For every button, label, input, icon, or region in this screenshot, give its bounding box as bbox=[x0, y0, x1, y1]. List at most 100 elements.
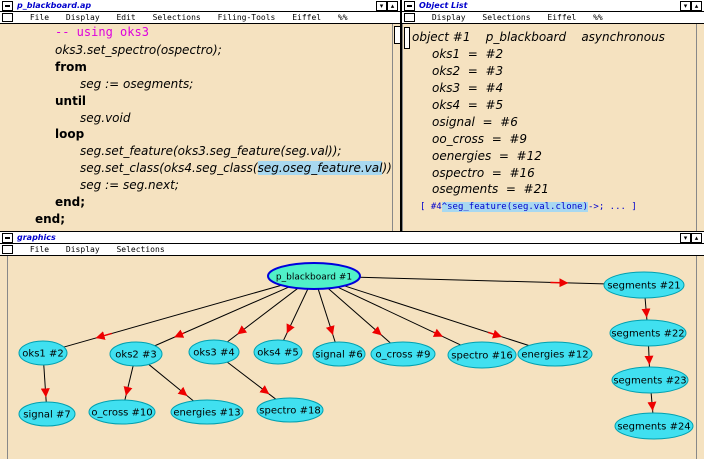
code-line: seg.void bbox=[80, 111, 131, 125]
object-field[interactable]: oks4 = #5 bbox=[432, 98, 503, 112]
window-menu-icon[interactable] bbox=[404, 1, 415, 11]
object-field[interactable]: oks2 = #3 bbox=[432, 64, 503, 78]
arrowhead bbox=[237, 325, 248, 335]
code-keyword: until bbox=[55, 94, 87, 108]
graph-node-oks2[interactable]: oks2 #3 bbox=[109, 341, 163, 367]
graph-node-signal6[interactable]: signal #6 bbox=[312, 341, 366, 367]
graph-node-energies12[interactable]: energies #12 bbox=[517, 341, 593, 367]
code-segment: seg.set_class(oks4.seg_class( bbox=[80, 161, 258, 175]
edge-root-ocross9 bbox=[327, 287, 391, 344]
query-segment: [ #4 bbox=[420, 202, 442, 212]
arrowhead bbox=[174, 329, 185, 338]
code-line: seg := osegments; bbox=[80, 77, 194, 91]
menu-eiffel[interactable]: Eiffel bbox=[547, 13, 576, 22]
code-editor[interactable]: -- using oks3 oks3.set_spectro(ospectro)… bbox=[0, 24, 396, 231]
node-label: segments #24 bbox=[617, 422, 690, 433]
object-field[interactable]: osignal = #6 bbox=[432, 115, 518, 129]
node-label: p_blackboard #1 bbox=[276, 273, 352, 283]
menu-file[interactable]: File bbox=[30, 13, 49, 22]
node-label: oks4 #5 bbox=[257, 348, 298, 359]
graph-node-signal7[interactable]: signal #7 bbox=[18, 401, 76, 427]
object-list-menu-icon[interactable] bbox=[404, 13, 415, 22]
node-label: segments #21 bbox=[607, 281, 680, 292]
query-selection[interactable]: ^seg_feature(seg.val.clone) bbox=[441, 202, 588, 212]
arrowhead bbox=[372, 326, 382, 336]
graph-node-oks4[interactable]: oks4 #5 bbox=[253, 339, 303, 365]
window-menu-icon[interactable] bbox=[2, 1, 13, 11]
edge-root-spectro16 bbox=[337, 286, 461, 346]
menu-extra[interactable]: %% bbox=[338, 13, 348, 22]
code-line: seg := seg.next; bbox=[80, 178, 179, 192]
query-segment: ->; ... ] bbox=[588, 202, 637, 212]
menu-selections[interactable]: Selections bbox=[482, 13, 530, 22]
editor-menu-icon[interactable] bbox=[2, 13, 13, 22]
minimize-icon[interactable]: ▾ bbox=[376, 1, 387, 11]
graph-node-spectro16[interactable]: spectro #16 bbox=[447, 341, 517, 369]
object-list-content[interactable]: object #1 p_blackboard asynchronous oks1… bbox=[412, 24, 704, 231]
object-field[interactable]: oenergies = #12 bbox=[432, 149, 542, 163]
object-list-window: Object List ▾ ▴ Display Selections Eiffe… bbox=[402, 0, 704, 231]
node-label: o_cross #9 bbox=[376, 350, 431, 361]
code-line: seg.set_feature(oks3.seg_feature(seg.val… bbox=[80, 144, 342, 158]
maximize-icon[interactable]: ▴ bbox=[387, 1, 398, 11]
object-list-scrollbar[interactable] bbox=[402, 24, 410, 231]
graph-node-energies13[interactable]: energies #13 bbox=[170, 399, 244, 425]
arrowhead bbox=[95, 331, 112, 340]
graph-node-root[interactable]: p_blackboard #1 bbox=[267, 262, 361, 290]
graph-node-seg24[interactable]: segments #24 bbox=[614, 412, 694, 440]
menu-display[interactable]: Display bbox=[432, 13, 466, 22]
graph-node-seg22[interactable]: segments #22 bbox=[609, 319, 687, 347]
editor-scrollbar[interactable] bbox=[392, 24, 400, 231]
node-label: oks1 #2 bbox=[22, 349, 63, 360]
graph-node-oks3[interactable]: oks3 #4 bbox=[188, 339, 240, 365]
code-line: -- using oks3 bbox=[55, 25, 149, 39]
editor-menubar: File Display Edit Selections Filing-Tool… bbox=[0, 12, 400, 24]
menu-eiffel[interactable]: Eiffel bbox=[292, 13, 321, 22]
graph-node-oks1[interactable]: oks1 #2 bbox=[18, 340, 68, 366]
arrowhead bbox=[487, 329, 502, 339]
menu-selections[interactable]: Selections bbox=[153, 13, 201, 22]
menu-display[interactable]: Display bbox=[66, 13, 100, 22]
graph-node-ocross10[interactable]: o_cross #10 bbox=[88, 399, 156, 425]
menu-extra[interactable]: %% bbox=[593, 13, 603, 22]
object-field[interactable]: oks1 = #2 bbox=[432, 47, 503, 61]
editor-titlebar[interactable]: p_blackboard.ap ▾ ▴ bbox=[0, 0, 400, 12]
maximize-icon[interactable]: ▴ bbox=[691, 1, 702, 11]
object-list-menubar: Display Selections Eiffel %% bbox=[402, 12, 704, 24]
graph-node-seg23[interactable]: segments #23 bbox=[611, 366, 689, 394]
menu-edit[interactable]: Edit bbox=[116, 13, 135, 22]
node-label: spectro #18 bbox=[259, 406, 320, 417]
query-line[interactable]: [ #4^seg_feature(seg.val.clone)->; ... ] bbox=[420, 202, 637, 212]
object-field[interactable]: ospectro = #16 bbox=[432, 166, 535, 180]
menu-filing-tools[interactable]: Filing-Tools bbox=[218, 13, 276, 22]
node-label: signal #6 bbox=[315, 350, 363, 361]
code-selection[interactable]: seg.oseg_feature.val bbox=[257, 161, 383, 175]
node-label: signal #7 bbox=[23, 410, 71, 421]
edge-root-oks2 bbox=[154, 286, 290, 347]
edge-oks2-energies13 bbox=[148, 364, 194, 402]
minimize-icon[interactable]: ▾ bbox=[680, 1, 691, 11]
object-field[interactable]: oks3 = #4 bbox=[432, 81, 503, 95]
node-label: o_cross #10 bbox=[91, 408, 152, 419]
graph-node-seg21[interactable]: segments #21 bbox=[603, 271, 685, 299]
object-field[interactable]: osegments = #21 bbox=[432, 182, 549, 196]
scrollbar-thumb[interactable] bbox=[404, 27, 410, 49]
object-header: object #1 p_blackboard asynchronous bbox=[412, 30, 665, 44]
arrowhead bbox=[177, 386, 188, 397]
object-list-right-scrollbar[interactable] bbox=[696, 24, 704, 231]
graph-node-spectro18[interactable]: spectro #18 bbox=[256, 397, 324, 423]
code-keyword: loop bbox=[55, 127, 85, 141]
code-line: oks3.set_spectro(ospectro); bbox=[55, 43, 222, 57]
arrowhead bbox=[123, 385, 133, 396]
code-keyword: end; bbox=[55, 195, 86, 209]
graphics-window: graphics ▾ ▴ File Display Selections p_b… bbox=[0, 232, 704, 459]
arrowhead bbox=[325, 325, 335, 336]
code-keyword: end; bbox=[35, 212, 66, 226]
arrowhead bbox=[286, 323, 295, 334]
arrowhead bbox=[259, 385, 270, 395]
node-label: segments #22 bbox=[611, 329, 684, 340]
object-list-titlebar[interactable]: Object List ▾ ▴ bbox=[402, 0, 704, 12]
graph-node-ocross9[interactable]: o_cross #9 bbox=[370, 341, 436, 367]
object-field[interactable]: oo_cross = #9 bbox=[432, 132, 527, 146]
object-graph[interactable]: p_blackboard #1 oks1 #2 oks2 #3 oks3 #4 oks4… bbox=[0, 232, 704, 459]
